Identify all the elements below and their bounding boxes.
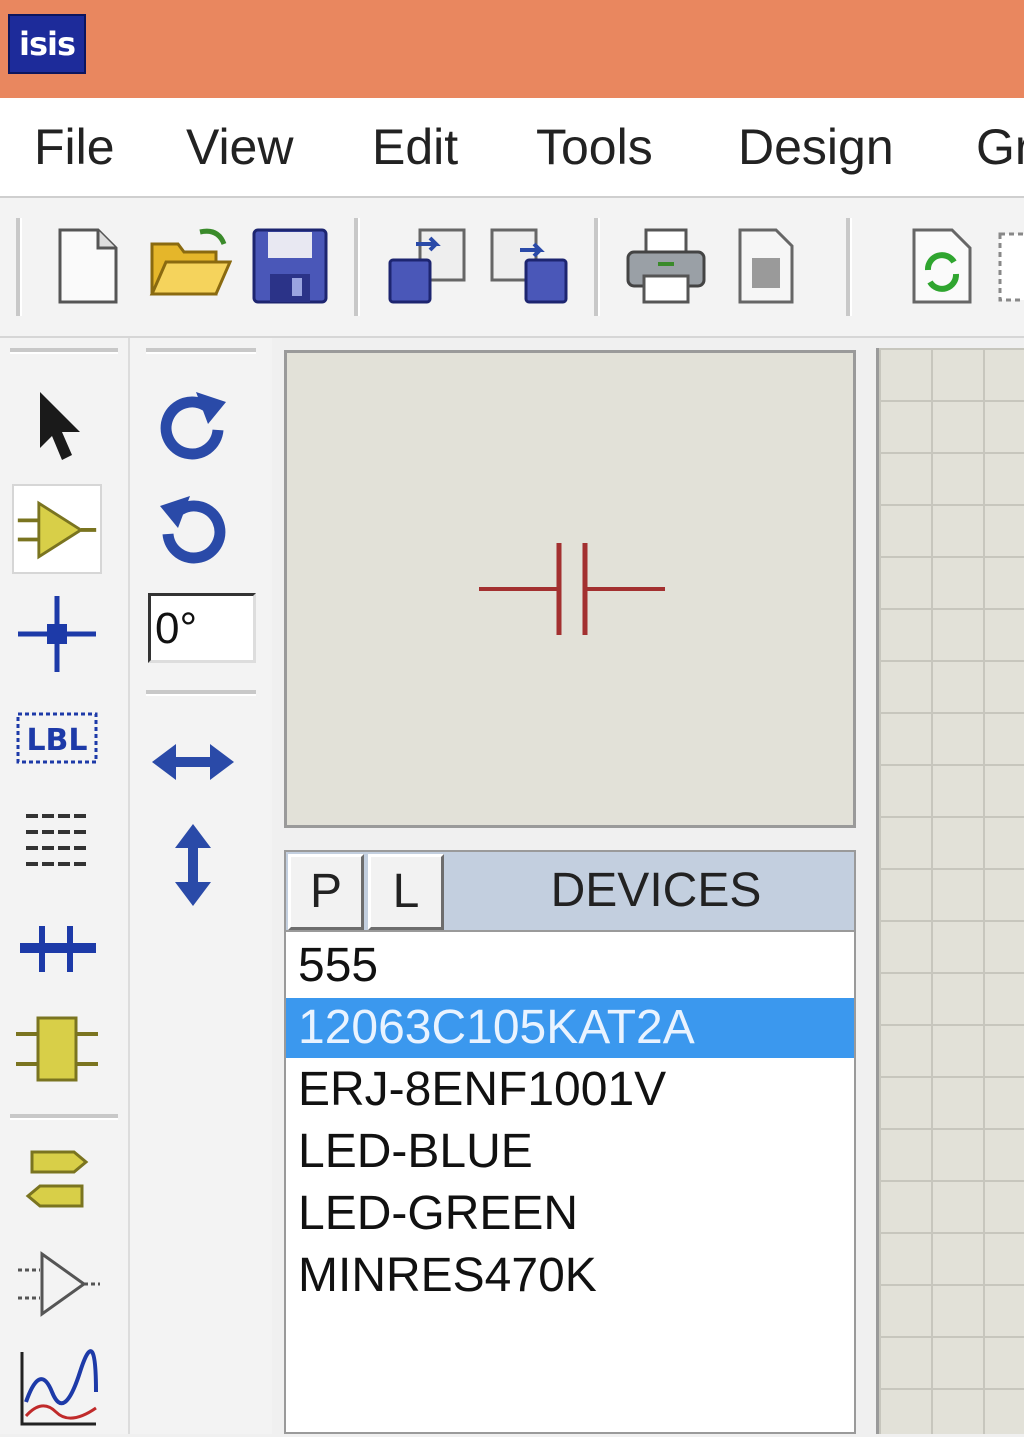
new-file-icon[interactable]	[46, 224, 130, 308]
device-item[interactable]: 555	[286, 936, 854, 996]
devices-header: P L DEVICES	[284, 850, 856, 932]
orientation-toolbar: 0°	[130, 338, 272, 1434]
open-folder-icon[interactable]	[148, 224, 233, 308]
device-item[interactable]: ERJ-8ENF1001V	[286, 1060, 854, 1120]
mirror-horizontal-icon[interactable]	[148, 716, 238, 806]
svg-text:LBL: LBL	[26, 723, 87, 758]
import-icon[interactable]	[386, 224, 470, 308]
menu-design[interactable]: Design	[738, 98, 894, 196]
text-script-icon[interactable]	[12, 796, 102, 886]
terminals-icon[interactable]	[12, 1134, 102, 1224]
device-item[interactable]: LED-GREEN	[286, 1184, 854, 1244]
toolbar-separator	[846, 218, 852, 316]
refresh-icon[interactable]	[900, 224, 984, 308]
bus-icon[interactable]	[12, 900, 102, 990]
menu-view[interactable]: View	[186, 98, 293, 196]
save-icon[interactable]	[248, 224, 332, 308]
zoom-icon-partial[interactable]	[996, 224, 1024, 308]
devices-title: DEVICES	[550, 864, 762, 917]
rotation-angle-input[interactable]: 0°	[148, 593, 256, 663]
menu-graph-truncated[interactable]: Gr	[976, 98, 1024, 196]
schematic-canvas[interactable]	[876, 348, 1024, 1434]
device-list: 555 12063C105KAT2A ERJ-8ENF1001V LED-BLU…	[284, 932, 856, 1434]
menu-tools[interactable]: Tools	[536, 98, 653, 196]
main-toolbar	[0, 198, 1024, 338]
device-item-selected[interactable]: 12063C105KAT2A	[286, 998, 854, 1058]
page-icon[interactable]	[724, 224, 808, 308]
menu-edit[interactable]: Edit	[372, 98, 458, 196]
component-preview	[284, 350, 856, 828]
mirror-vertical-icon[interactable]	[148, 820, 238, 910]
subcircuit-icon[interactable]	[12, 1004, 102, 1094]
title-bar: isis	[0, 0, 1024, 98]
rotate-clockwise-icon[interactable]	[148, 384, 238, 474]
toolbar-grip[interactable]	[146, 348, 256, 354]
device-pin-icon[interactable]	[12, 1238, 102, 1328]
toolbar-grip[interactable]	[10, 348, 118, 354]
toolbar-separator	[594, 218, 600, 316]
device-item[interactable]: LED-BLUE	[286, 1122, 854, 1182]
capacitor-symbol-icon	[479, 543, 665, 635]
wire-label-icon[interactable]: LBL	[12, 692, 102, 782]
library-manager-button[interactable]: L	[368, 854, 444, 930]
export-icon[interactable]	[486, 224, 570, 308]
selection-arrow-icon[interactable]	[12, 382, 102, 472]
toolbar-grip[interactable]	[16, 218, 22, 316]
pick-devices-button[interactable]: P	[288, 854, 364, 930]
device-item[interactable]: MINRES470K	[286, 1246, 854, 1306]
graph-icon[interactable]	[12, 1342, 102, 1432]
toolbar-separator	[10, 1114, 118, 1120]
menu-bar: File View Edit Tools Design Gr	[0, 98, 1024, 198]
toolbar-separator	[354, 218, 360, 316]
mode-toolbar: LBL	[0, 338, 130, 1434]
junction-dot-icon[interactable]	[12, 588, 102, 678]
rotate-anticlockwise-icon[interactable]	[148, 488, 238, 578]
app-logo: isis	[8, 14, 86, 74]
component-mode-icon[interactable]	[12, 484, 102, 574]
toolbar-separator	[146, 690, 256, 696]
menu-file[interactable]: File	[34, 98, 115, 196]
print-icon[interactable]	[624, 224, 708, 308]
